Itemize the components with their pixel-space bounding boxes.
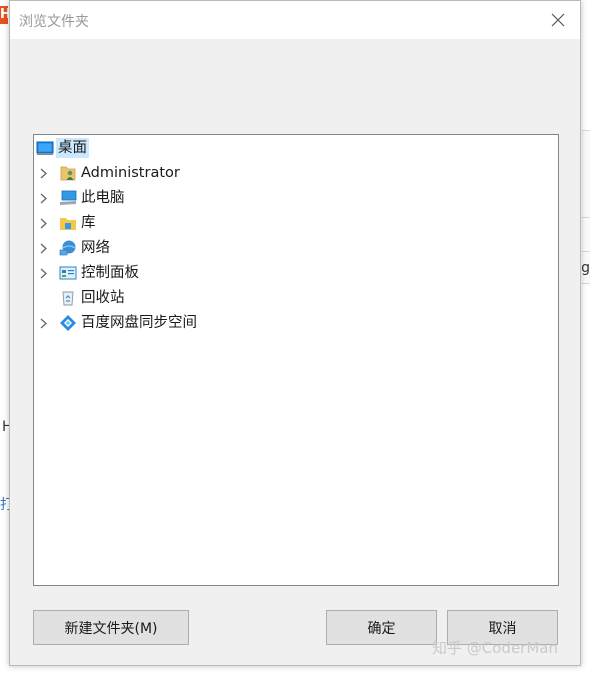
user-folder-icon xyxy=(60,166,76,181)
chevron-right-icon[interactable] xyxy=(37,192,49,204)
tree-item-baidu-netdisk[interactable]: 百度网盘同步空间 xyxy=(34,312,558,334)
baidu-netdisk-icon xyxy=(60,315,76,331)
chevron-right-icon[interactable] xyxy=(37,267,49,279)
dialog-titlebar: 浏览文件夹 xyxy=(10,1,580,39)
network-icon xyxy=(59,240,76,256)
tree-item-label: 桌面 xyxy=(56,138,89,158)
watermark: 知乎 @CoderMan xyxy=(432,639,558,657)
chevron-right-icon[interactable] xyxy=(37,317,49,329)
ok-button[interactable]: 确定 xyxy=(326,610,437,645)
tree-item-label: 此电脑 xyxy=(81,190,125,206)
background-text-fragment: g xyxy=(581,260,590,276)
tree-item-library[interactable]: 库 xyxy=(34,212,558,234)
tree-item-label: 控制面板 xyxy=(81,265,139,281)
recycle-bin-icon xyxy=(62,291,74,306)
close-icon xyxy=(551,13,565,27)
chevron-right-icon[interactable] xyxy=(37,242,49,254)
folder-tree[interactable]: 桌面 Administrator 此电脑 库 网络 控制面板 回收站 百度网盘同… xyxy=(33,134,559,586)
chevron-right-icon[interactable] xyxy=(37,167,49,179)
tree-item-label: 百度网盘同步空间 xyxy=(81,315,197,331)
tree-item-label: Administrator xyxy=(81,165,180,181)
browse-folder-dialog: 浏览文件夹 桌面 Administrator 此电脑 库 网络 控制面板 回收站… xyxy=(9,0,581,666)
chevron-right-icon[interactable] xyxy=(37,217,49,229)
this-pc-icon xyxy=(60,190,77,205)
tree-item-administrator[interactable]: Administrator xyxy=(34,162,558,184)
tree-item-network[interactable]: 网络 xyxy=(34,237,558,259)
tree-item-label: 库 xyxy=(81,215,96,231)
tree-item-label: 回收站 xyxy=(81,290,125,306)
dialog-title: 浏览文件夹 xyxy=(19,14,89,30)
tree-item-recycle-bin[interactable]: 回收站 xyxy=(34,287,558,309)
app-logo: H xyxy=(0,6,8,24)
close-button[interactable] xyxy=(536,1,580,39)
tree-item-desktop[interactable]: 桌面 xyxy=(34,137,558,159)
new-folder-button[interactable]: 新建文件夹(M) xyxy=(33,610,189,645)
library-icon xyxy=(60,218,76,230)
tree-item-control-panel[interactable]: 控制面板 xyxy=(34,262,558,284)
tree-item-label: 网络 xyxy=(81,240,110,256)
tree-item-this-pc[interactable]: 此电脑 xyxy=(34,187,558,209)
control-panel-icon xyxy=(59,266,77,280)
desktop-icon xyxy=(36,141,54,155)
